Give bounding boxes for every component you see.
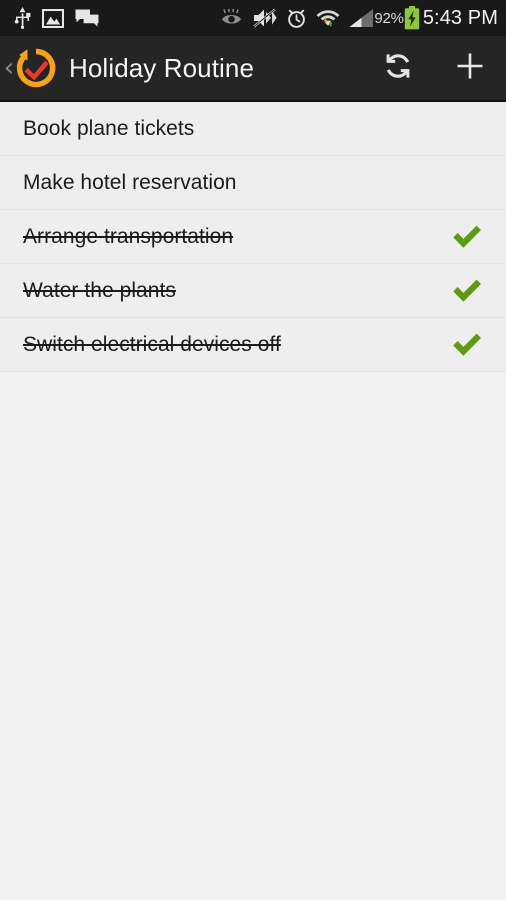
- image-icon: [41, 8, 65, 28]
- action-bar-buttons: [362, 35, 506, 101]
- battery-charging-icon: [404, 6, 420, 30]
- alarm-clock-icon: [286, 8, 307, 29]
- task-label: Switch electrical devices off: [23, 332, 281, 356]
- task-label: Arrange transportation: [23, 224, 234, 248]
- status-bar-right-icons: [221, 7, 374, 29]
- task-row[interactable]: Make hotel reservation: [0, 156, 506, 210]
- status-bar-clock: 5:43 PM: [422, 6, 498, 29]
- battery-percent-label: 92%: [374, 9, 404, 27]
- task-label: Make hotel reservation: [23, 170, 237, 194]
- refresh-icon: [380, 48, 416, 89]
- app-logo-icon[interactable]: [14, 46, 58, 90]
- empty-list-area: [0, 372, 506, 900]
- mute-vibrate-icon: [253, 8, 277, 28]
- plus-icon: [452, 48, 488, 89]
- task-label: Water the plants: [23, 278, 176, 302]
- usb-icon: [14, 7, 31, 29]
- task-row[interactable]: Water the plants: [0, 264, 506, 318]
- task-row[interactable]: Switch electrical devices off: [0, 318, 506, 372]
- action-bar: ‹ Holiday Routine: [0, 36, 506, 102]
- add-task-button[interactable]: [434, 35, 506, 101]
- page-title: Holiday Routine: [69, 52, 255, 83]
- sync-refresh-button[interactable]: [362, 35, 434, 101]
- status-bar: 92% 5:43 PM: [0, 0, 506, 36]
- wifi-data-transfer-icon: [316, 8, 340, 29]
- cellular-signal-icon: [349, 8, 374, 28]
- task-label: Book plane tickets: [23, 116, 195, 140]
- status-bar-left-icons: [14, 7, 99, 29]
- task-done-check-icon[interactable]: [450, 328, 484, 362]
- task-done-check-icon[interactable]: [450, 274, 484, 308]
- smart-stay-eye-icon: [221, 7, 244, 28]
- task-done-check-icon[interactable]: [450, 220, 484, 254]
- chat-bubbles-icon: [75, 9, 99, 28]
- task-row[interactable]: Arrange transportation: [0, 210, 506, 264]
- content-area: Book plane tickets Make hotel reservation…: [0, 102, 506, 900]
- task-list: Book plane tickets Make hotel reservation…: [0, 102, 506, 372]
- task-row[interactable]: Book plane tickets: [0, 102, 506, 156]
